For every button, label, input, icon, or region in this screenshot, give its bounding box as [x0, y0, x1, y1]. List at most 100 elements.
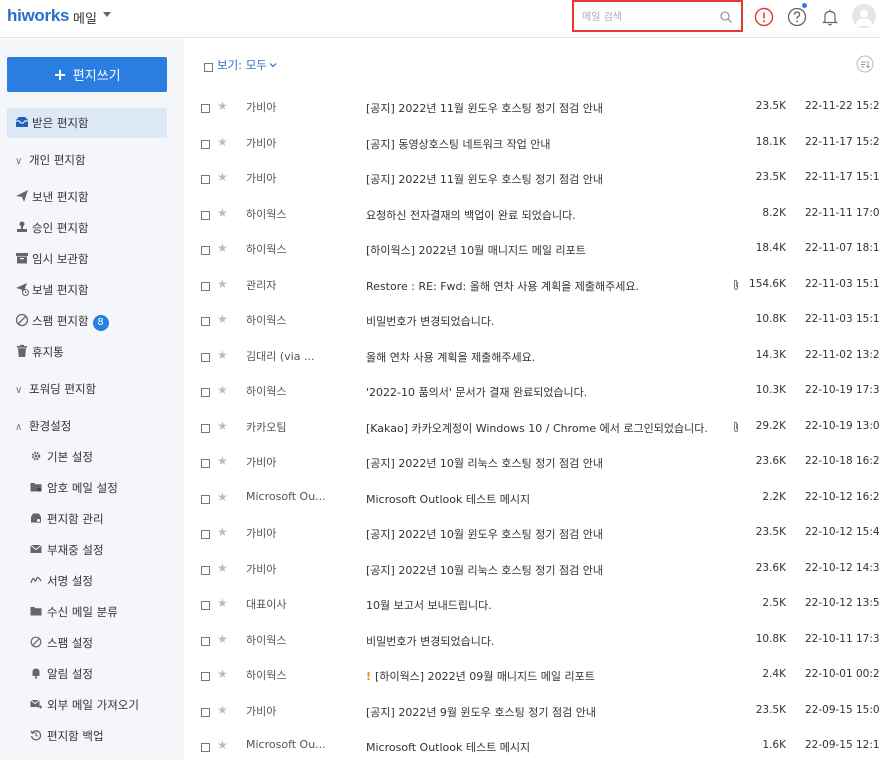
settings-item[interactable]: 기본 설정: [30, 445, 93, 469]
mail-sender[interactable]: 가비아: [246, 99, 346, 115]
view-filter-dropdown[interactable]: 보기: 모두: [217, 57, 277, 73]
mail-row[interactable]: ★ 김대리 (via ... 올해 연차 사용 계획을 제출해주세요. 14.3K 22…: [184, 339, 880, 375]
star-icon[interactable]: ★: [217, 454, 228, 468]
mail-checkbox[interactable]: [201, 246, 210, 255]
app-switcher-label[interactable]: 메일: [73, 8, 97, 27]
mail-row[interactable]: ★ Microsoft Ou... Microsoft Outlook 테스트 메시…: [184, 481, 880, 517]
sidebar-item-sent[interactable]: 보낸 편지함: [7, 182, 167, 212]
sidebar-item-approval[interactable]: 승인 편지함: [7, 213, 167, 243]
help-icon[interactable]: [786, 6, 808, 28]
mail-sender[interactable]: Microsoft Ou...: [246, 490, 346, 503]
mail-subject[interactable]: Microsoft Outlook 테스트 메시지: [366, 491, 726, 507]
settings-item[interactable]: 스팸 설정: [30, 631, 93, 655]
settings-item[interactable]: 편지함 관리: [30, 507, 104, 531]
star-icon[interactable]: ★: [217, 170, 228, 184]
select-all-checkbox[interactable]: [204, 63, 213, 72]
mail-checkbox[interactable]: [201, 707, 210, 717]
star-icon[interactable]: ★: [217, 206, 228, 220]
mail-row[interactable]: ★ 카카오팀 [Kakao] 카카오계정이 Windows 10 / Chrome …: [184, 410, 880, 446]
bell-icon[interactable]: [819, 6, 841, 28]
star-icon[interactable]: ★: [217, 561, 228, 575]
mail-checkbox[interactable]: [201, 210, 210, 220]
mail-sender[interactable]: 하이웍스: [246, 312, 346, 328]
sidebar-item-scheduled[interactable]: 보낼 편지함: [7, 275, 167, 305]
mail-search-input[interactable]: [582, 9, 712, 25]
mail-row[interactable]: ★ 대표이사 10월 보고서 보내드립니다. 2.5K 22-10-12 13:54: [184, 587, 880, 623]
mail-checkbox[interactable]: [201, 104, 210, 113]
mail-sender[interactable]: 가비아: [246, 454, 346, 470]
star-icon[interactable]: ★: [217, 490, 228, 504]
mail-row[interactable]: ★ 가비아 [공지] 2022년 9월 윈도우 호스팅 정기 점검 안내 23.5K 2…: [184, 694, 880, 730]
mail-sender[interactable]: 가비아: [246, 135, 346, 151]
mail-checkbox[interactable]: [201, 459, 210, 468]
mail-checkbox[interactable]: [201, 281, 210, 291]
mail-row[interactable]: ★ 하이웍스 '2022-10 품의서' 문서가 결재 완료되었습니다. 10.3K 2…: [184, 374, 880, 410]
mail-subject[interactable]: [공지] 2022년 11월 윈도우 호스팅 정기 점검 안내: [366, 171, 726, 187]
mail-subject[interactable]: 요청하신 전자결재의 백업이 완료 되었습니다.: [366, 207, 726, 223]
mail-checkbox[interactable]: [201, 175, 210, 184]
mail-row[interactable]: ★ 가비아 [공지] 2022년 10월 리눅스 호스팅 정기 점검 안내 23.6K…: [184, 552, 880, 588]
mail-sender[interactable]: 하이웍스: [246, 632, 346, 648]
mail-row[interactable]: ★ 가비아 [공지] 2022년 10월 리눅스 호스팅 정기 점검 안내 23.6K…: [184, 445, 880, 481]
mail-sender[interactable]: 하이웍스: [246, 667, 346, 683]
settings-item[interactable]: 암호 메일 설정: [30, 476, 118, 500]
mail-sender[interactable]: 가비아: [246, 525, 346, 541]
mail-checkbox[interactable]: [201, 672, 210, 681]
mail-checkbox[interactable]: [201, 317, 210, 326]
mail-row[interactable]: ★ 가비아 [공지] 2022년 10월 윈도우 호스팅 정기 점검 안내 23.5K…: [184, 516, 880, 552]
settings-item[interactable]: 부재중 설정: [30, 538, 104, 562]
mail-sender[interactable]: 가비아: [246, 170, 346, 186]
star-icon[interactable]: ★: [217, 667, 228, 681]
sidebar-item-spam[interactable]: 스팸 편지함 8: [7, 306, 167, 336]
star-icon[interactable]: ★: [217, 312, 228, 326]
sidebar-item-forwarding[interactable]: ∨ 포워딩 편지함: [7, 374, 167, 404]
mail-sender[interactable]: Microsoft Ou...: [246, 738, 346, 751]
mail-row[interactable]: ★ 하이웍스 비밀번호가 변경되었습니다. 10.8K 22-11-03 15:15: [184, 303, 880, 339]
mail-row[interactable]: ★ 하이웍스 요청하신 전자결재의 백업이 완료 되었습니다. 8.2K 22-11-1…: [184, 197, 880, 233]
mail-checkbox[interactable]: [201, 530, 210, 539]
mail-subject[interactable]: '2022-10 품의서' 문서가 결재 완료되었습니다.: [366, 384, 726, 400]
mail-sender[interactable]: 김대리 (via ...: [246, 348, 346, 364]
mail-checkbox[interactable]: [201, 423, 210, 433]
sidebar-item-personal-folders[interactable]: ∨ 개인 편지함: [7, 145, 167, 175]
star-icon[interactable]: ★: [217, 632, 228, 646]
mail-checkbox[interactable]: [201, 139, 210, 149]
app-switcher-caret-icon[interactable]: [103, 12, 111, 17]
mail-sender[interactable]: 카카오팀: [246, 419, 346, 435]
mail-search-box[interactable]: [572, 0, 743, 32]
mail-row[interactable]: ★ 가비아 [공지] 2022년 11월 윈도우 호스팅 정기 점검 안내 23.5K…: [184, 161, 880, 197]
mail-sender[interactable]: 관리자: [246, 277, 346, 293]
settings-item[interactable]: 수신 메일 분류: [30, 600, 118, 624]
mail-checkbox[interactable]: [201, 494, 210, 504]
hiworks-logo[interactable]: hiworks: [7, 6, 69, 26]
mail-subject[interactable]: 비밀번호가 변경되었습니다.: [366, 313, 726, 329]
mail-row[interactable]: ★ 하이웍스! [하이웍스] 2022년 09월 매니지드 메일 리포트 2.4K 22…: [184, 658, 880, 694]
mail-row[interactable]: ★ 가비아 [공지] 동영상호스팅 네트워크 작업 안내 18.1K 22-11-17 …: [184, 126, 880, 162]
mail-sender[interactable]: 가비아: [246, 703, 346, 719]
star-icon[interactable]: ★: [217, 525, 228, 539]
star-icon[interactable]: ★: [217, 277, 228, 291]
star-icon[interactable]: ★: [217, 383, 228, 397]
mail-sender[interactable]: 가비아: [246, 561, 346, 577]
user-avatar[interactable]: [852, 4, 876, 28]
mail-sender[interactable]: 대표이사: [246, 596, 346, 612]
mail-subject[interactable]: [공지] 2022년 10월 윈도우 호스팅 정기 점검 안내: [366, 526, 726, 542]
star-icon[interactable]: ★: [217, 738, 228, 752]
mail-subject[interactable]: 비밀번호가 변경되었습니다.: [366, 633, 726, 649]
mail-checkbox[interactable]: [201, 388, 210, 397]
sidebar-item-drafts[interactable]: 임시 보관함: [7, 244, 167, 274]
mail-subject[interactable]: 올해 연차 사용 계획을 제출해주세요.: [366, 349, 726, 365]
star-icon[interactable]: ★: [217, 419, 228, 433]
mail-sender[interactable]: 하이웍스: [246, 241, 346, 257]
mail-subject[interactable]: [공지] 2022년 9월 윈도우 호스팅 정기 점검 안내: [366, 704, 726, 720]
star-icon[interactable]: ★: [217, 99, 228, 113]
compose-button[interactable]: + 편지쓰기: [7, 57, 167, 92]
mail-subject[interactable]: [하이웍스] 2022년 10월 매니지드 메일 리포트: [366, 242, 726, 258]
sidebar-item-trash[interactable]: 휴지통: [7, 337, 167, 367]
star-icon[interactable]: ★: [217, 703, 228, 717]
sidebar-item-settings[interactable]: ∧ 환경설정: [7, 411, 167, 441]
mail-subject[interactable]: [Kakao] 카카오계정이 Windows 10 / Chrome 에서 로그…: [366, 420, 726, 436]
mail-row[interactable]: ★ 하이웍스 비밀번호가 변경되었습니다. 10.8K 22-10-11 17:35: [184, 623, 880, 659]
star-icon[interactable]: ★: [217, 135, 228, 149]
mail-sender[interactable]: 하이웍스: [246, 206, 346, 222]
